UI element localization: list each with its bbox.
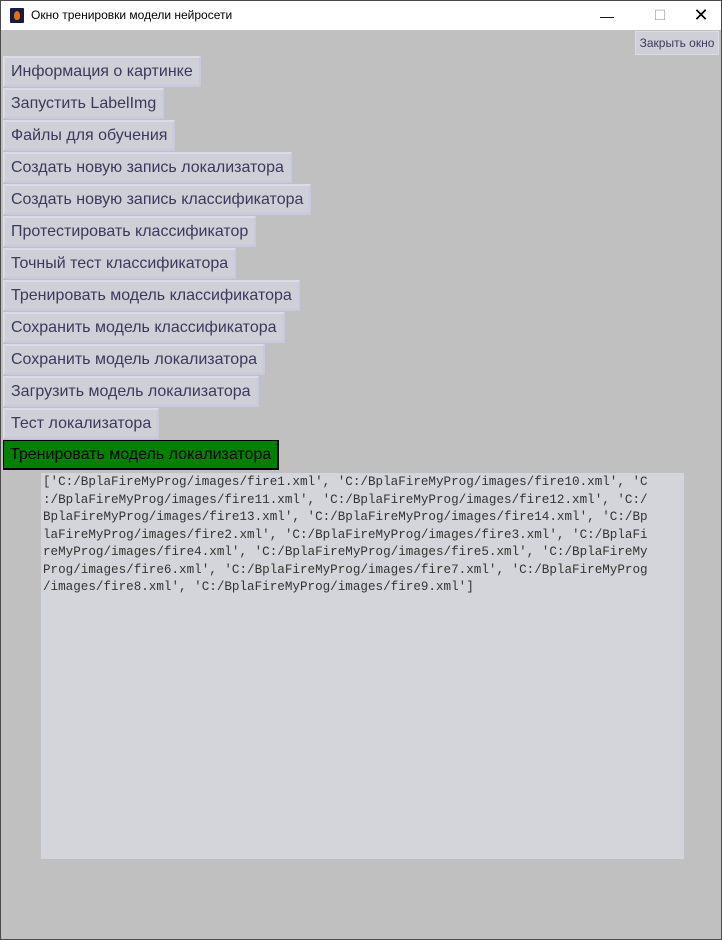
app-window: Окно тренировки модели нейросети — ☐ ✕ З…: [0, 0, 722, 940]
output-line: /images/fire8.xml', 'C:/BplaFireMyProg/i…: [43, 580, 474, 594]
save-localizer-button[interactable]: Сохранить модель локализатора: [3, 344, 265, 375]
test-classifier-button[interactable]: Протестировать классификатор: [3, 216, 257, 247]
save-classifier-button[interactable]: Сохранить модель классификатора: [3, 312, 285, 343]
output-line: laFireMyProg/images/fire2.xml', 'C:/Bpla…: [43, 527, 648, 542]
output-text-area[interactable]: ['C:/BplaFireMyProg/images/fire1.xml', '…: [41, 473, 684, 859]
training-files-button[interactable]: Файлы для обучения: [3, 120, 176, 151]
flame-app-icon: [10, 8, 24, 23]
new-classifier-record-button[interactable]: Создать новую запись классификатора: [3, 184, 312, 215]
close-icon[interactable]: ✕: [678, 1, 722, 30]
train-classifier-button[interactable]: Тренировать модель классификатора: [3, 280, 300, 311]
minimize-icon[interactable]: —: [584, 1, 630, 30]
output-line: Prog/images/fire6.xml', 'C:/BplaFireMyPr…: [43, 562, 648, 577]
maximize-icon[interactable]: ☐: [637, 1, 683, 30]
load-localizer-button[interactable]: Загрузить модель локализатора: [3, 376, 259, 407]
image-info-button[interactable]: Информация о картинке: [3, 56, 201, 87]
output-line: reMyProg/images/fire4.xml', 'C:/BplaFire…: [43, 545, 648, 559]
output-line: BplaFireMyProg/images/fire13.xml', 'C:/B…: [43, 510, 648, 524]
launch-labelimg-button[interactable]: Запустить LabelImg: [3, 88, 165, 119]
new-localizer-record-button[interactable]: Создать новую запись локализатора: [3, 152, 292, 183]
output-line: :/BplaFireMyProg/images/fire11.xml', 'C:…: [43, 492, 648, 507]
output-line: ['C:/BplaFireMyProg/images/fire1.xml', '…: [43, 475, 648, 489]
train-localizer-button[interactable]: Тренировать модель локализатора: [3, 440, 280, 470]
test-localizer-button[interactable]: Тест локализатора: [3, 408, 160, 439]
window-title: Окно тренировки модели нейросети: [31, 8, 233, 22]
close-window-button[interactable]: Закрыть окно: [635, 31, 719, 55]
title-bar: Окно тренировки модели нейросети — ☐ ✕: [1, 1, 721, 30]
precise-classifier-test-button[interactable]: Точный тест классификатора: [3, 248, 237, 279]
